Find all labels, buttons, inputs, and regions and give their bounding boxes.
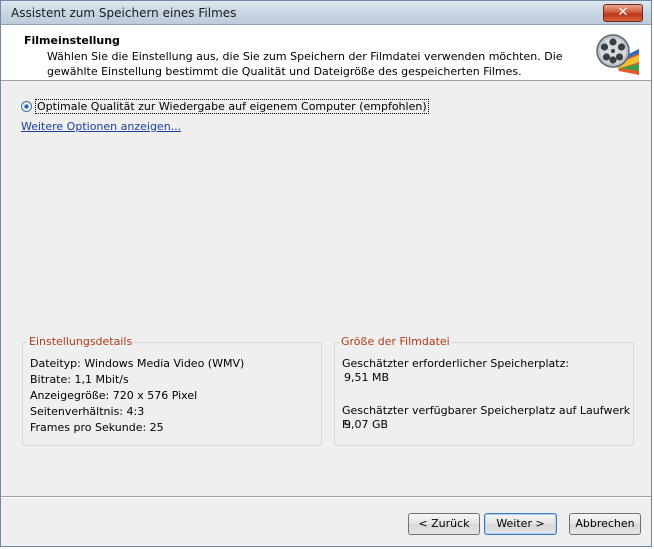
detail-aspect-ratio: Seitenverhältnis: 4:3 xyxy=(30,405,145,418)
quality-option-label[interactable]: Optimale Qualität zur Wiedergabe auf eig… xyxy=(35,99,429,114)
wizard-header: Filmeinstellung Wählen Sie die Einstellu… xyxy=(1,25,651,81)
available-space-value: 9,07 GB xyxy=(344,418,389,431)
quality-radio[interactable] xyxy=(21,101,32,112)
title-bar[interactable]: Assistent zum Speichern eines Filmes ✕ xyxy=(1,1,651,25)
settings-details-group: Einstellungsdetails Dateityp: Windows Me… xyxy=(22,335,322,446)
back-button[interactable]: < Zurück xyxy=(408,513,480,535)
detail-display-size: Anzeigegröße: 720 x 576 Pixel xyxy=(30,389,198,402)
footer-divider xyxy=(1,496,651,498)
wizard-window: Assistent zum Speichern eines Filmes ✕ F… xyxy=(0,0,652,547)
settings-details-title: Einstellungsdetails xyxy=(27,335,135,348)
detail-fps: Frames pro Sekunde: 25 xyxy=(30,421,164,434)
detail-bitrate: Bitrate: 1,1 Mbit/s xyxy=(30,373,129,386)
filesize-group: Größe der Filmdatei Geschätzter erforder… xyxy=(334,335,634,446)
close-icon: ✕ xyxy=(617,5,629,20)
quality-option[interactable]: Optimale Qualität zur Wiedergabe auf eig… xyxy=(21,99,429,114)
window-title: Assistent zum Speichern eines Filmes xyxy=(11,6,237,20)
detail-filetype: Dateityp: Windows Media Video (WMV) xyxy=(30,357,245,370)
required-space-label: Geschätzter erforderlicher Speicherplatz… xyxy=(342,357,570,370)
close-button[interactable]: ✕ xyxy=(603,4,643,22)
filesize-title: Größe der Filmdatei xyxy=(339,335,452,348)
cancel-button[interactable]: Abbrechen xyxy=(569,513,641,535)
page-description: Wählen Sie die Einstellung aus, die Sie … xyxy=(47,50,563,78)
required-space-value: 9,51 MB xyxy=(344,371,390,384)
film-reel-icon xyxy=(596,34,639,75)
page-title: Filmeinstellung xyxy=(24,34,120,47)
next-button[interactable]: Weiter > xyxy=(484,513,557,535)
more-options-link[interactable]: Weitere Optionen anzeigen... xyxy=(21,120,181,133)
